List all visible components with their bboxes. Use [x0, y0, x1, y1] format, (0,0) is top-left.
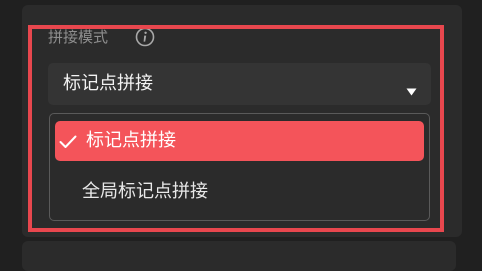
- next-panel: [22, 241, 456, 271]
- highlight-frame: [28, 25, 444, 232]
